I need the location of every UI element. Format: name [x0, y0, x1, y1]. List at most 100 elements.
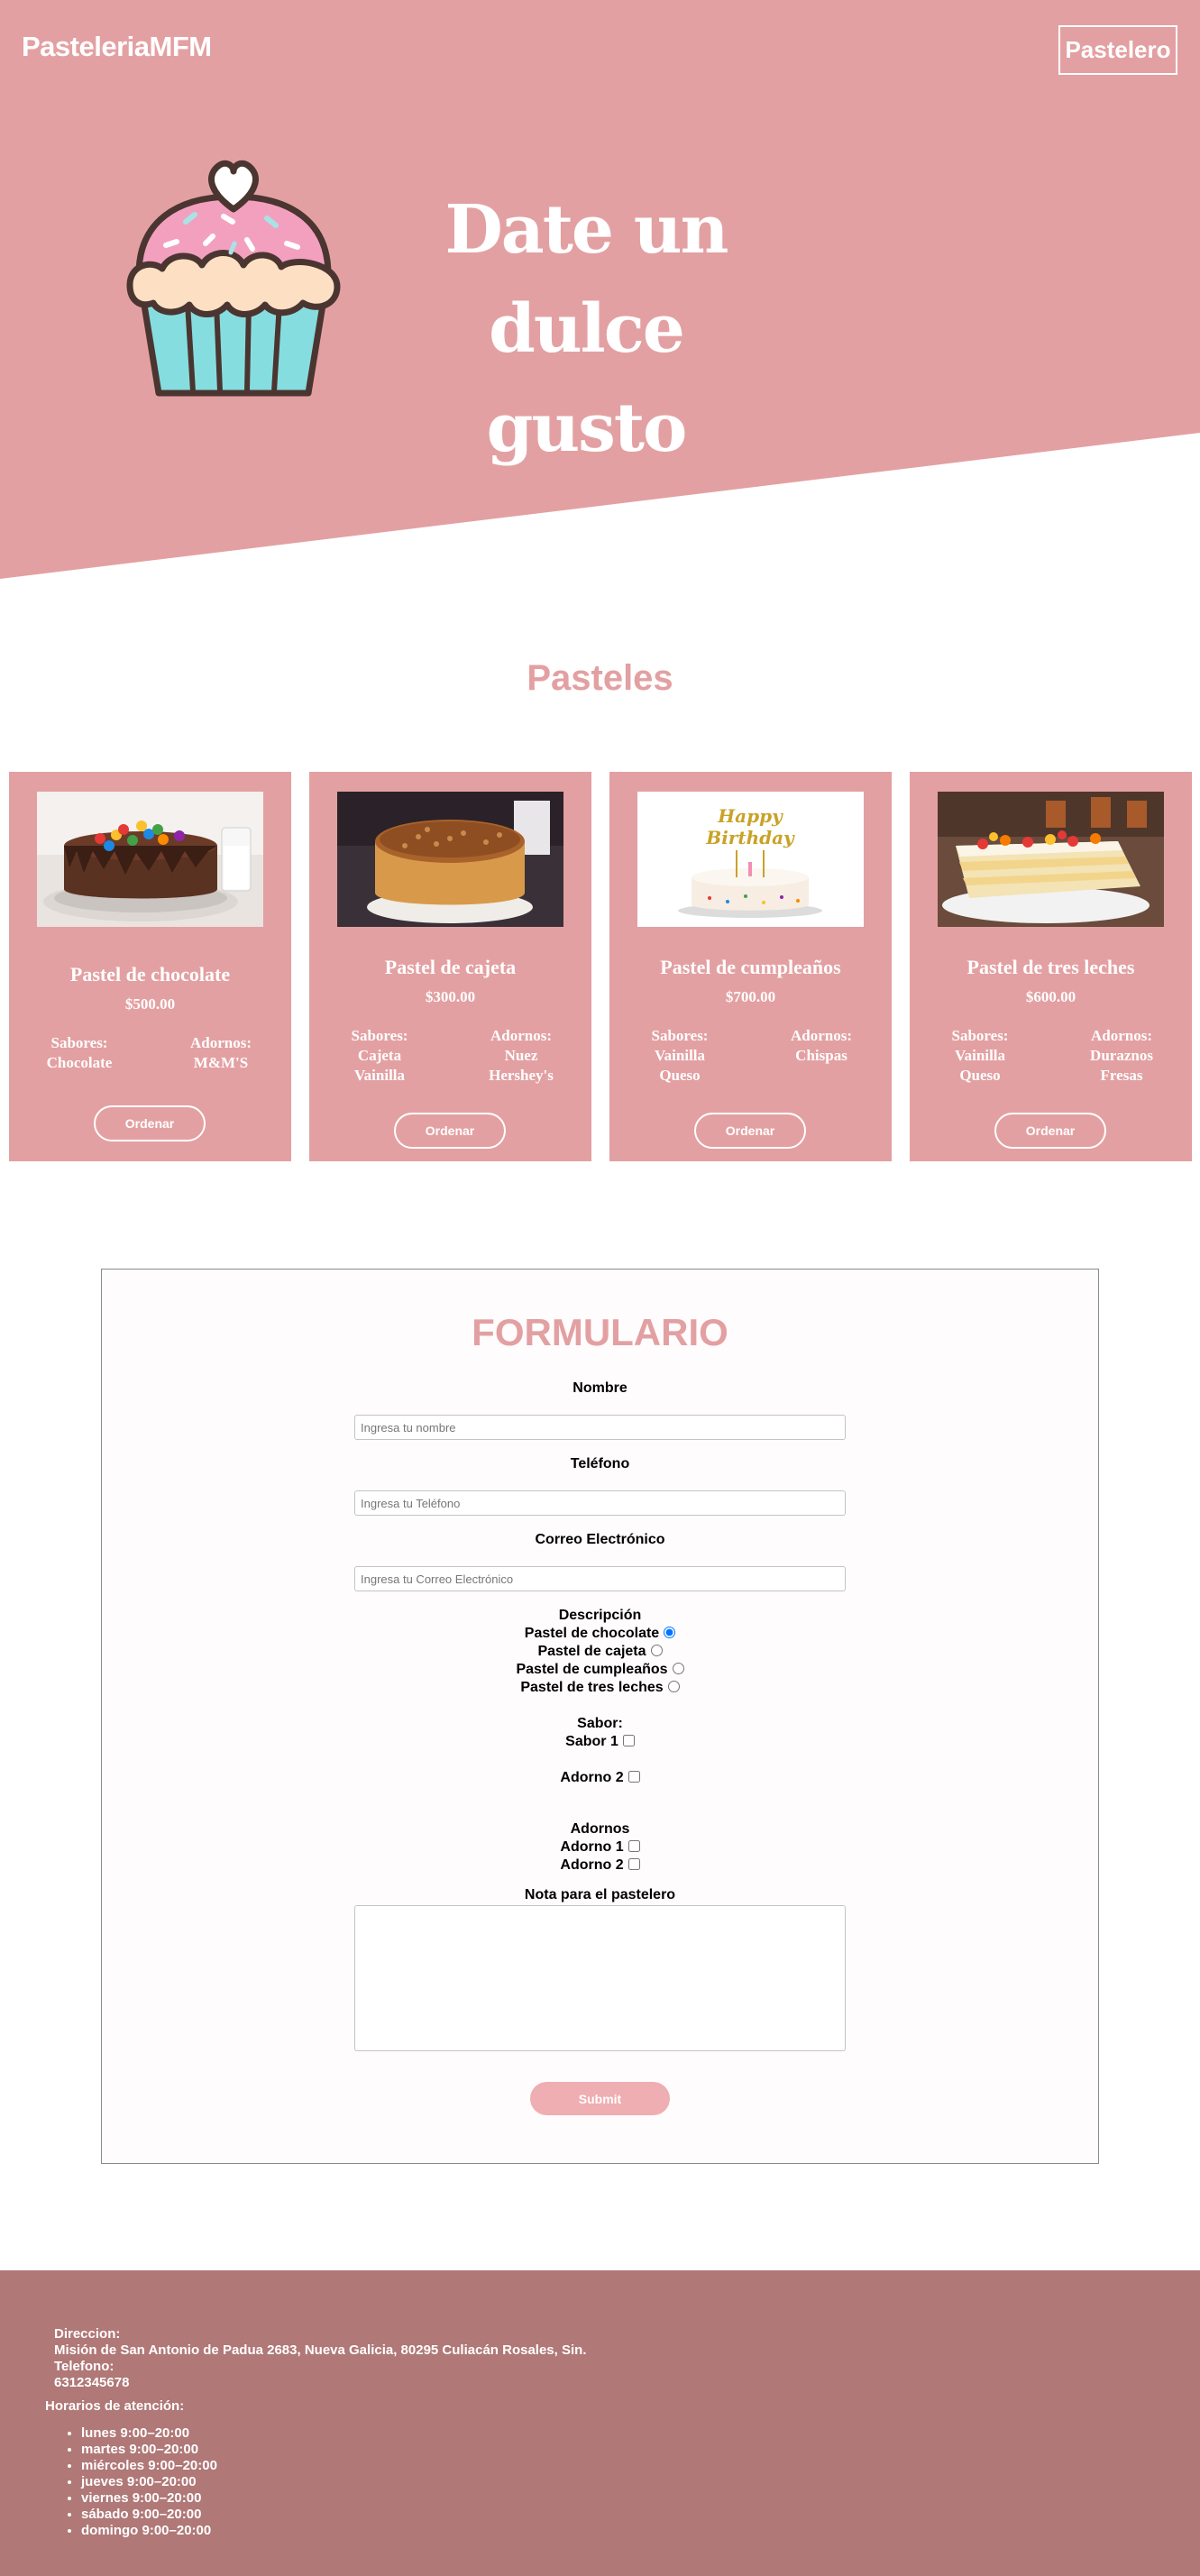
email-input[interactable]: [354, 1566, 846, 1591]
hours-item: viernes 9:00–20:00: [81, 2490, 217, 2507]
toppings-label: Adornos:: [189, 1034, 252, 1051]
cake-flavors: Sabores: Vainilla Queso: [630, 1026, 729, 1086]
order-button[interactable]: Ordenar: [694, 1113, 806, 1149]
cake-name: Pastel de tres leches: [966, 956, 1135, 978]
checkbox-sabor-1[interactable]: [622, 1735, 635, 1746]
cake-flavors: Sabores: Vainilla Queso: [930, 1026, 1030, 1086]
hours-item: miércoles 9:00–20:00: [81, 2458, 217, 2474]
cake-price: $300.00: [425, 988, 476, 1005]
topping-option[interactable]: Adorno 1: [102, 1838, 1098, 1856]
order-button[interactable]: Ordenar: [994, 1113, 1106, 1149]
topping-item: M&M'S: [193, 1054, 249, 1071]
option-label: Pastel de cumpleaños: [516, 1662, 668, 1677]
order-button[interactable]: Ordenar: [394, 1113, 506, 1149]
description-option[interactable]: Pastel de tres leches: [102, 1679, 1098, 1697]
description-option[interactable]: Pastel de cumpleaños: [102, 1661, 1098, 1679]
order-form: FORMULARIO Nombre Teléfono Correo Electr…: [101, 1269, 1099, 2164]
option-label: Sabor 1: [565, 1734, 618, 1749]
flavor-item: Queso: [659, 1067, 701, 1084]
description-option[interactable]: Pastel de cajeta: [102, 1643, 1098, 1661]
hours-item: jueves 9:00–20:00: [81, 2474, 217, 2490]
option-label: Adorno 2: [560, 1770, 624, 1785]
flavors-label: Sabores:: [951, 1027, 1009, 1044]
cupcake-icon: [126, 160, 341, 397]
address-text: Misión de San Antonio de Padua 2683, Nue…: [54, 2342, 587, 2358]
name-input[interactable]: [354, 1415, 846, 1440]
flavor-item: Cajeta: [357, 1047, 402, 1064]
phone-label: Teléfono: [570, 1456, 630, 1471]
flavors-label: Sabores:: [351, 1027, 408, 1044]
hero-line-1: Date un: [444, 191, 729, 269]
cake-toppings: Adornos: Duraznos Fresas: [1072, 1026, 1171, 1086]
hero-section: PasteleriaMFM Pastelero Date un dulce gu…: [0, 0, 1200, 582]
checkbox-adorno-1[interactable]: [627, 1840, 640, 1852]
flavor-item: Vainilla: [654, 1047, 706, 1064]
option-label: Pastel de cajeta: [537, 1644, 646, 1659]
flavor-item: Queso: [959, 1067, 1001, 1084]
flavor-item: Vainilla: [954, 1047, 1006, 1064]
flavor-option[interactable]: Sabor 1: [102, 1733, 1098, 1751]
topper-birthday-text: Birthday: [705, 827, 795, 848]
hero-headline: Date un dulce gusto: [397, 180, 775, 478]
description-option[interactable]: Pastel de chocolate: [102, 1625, 1098, 1643]
cake-name: Pastel de cajeta: [384, 956, 517, 978]
cake-name: Pastel de chocolate: [69, 963, 231, 985]
radio-tres-leches[interactable]: [667, 1681, 680, 1692]
hours-item: lunes 9:00–20:00: [81, 2425, 217, 2442]
description-label: Descripción: [558, 1608, 642, 1623]
note-textarea[interactable]: [354, 1905, 846, 2051]
hero-line-2: dulce gusto: [486, 290, 688, 467]
topping-item: Duraznos: [1090, 1047, 1153, 1064]
flavor-label: Sabor:: [577, 1716, 623, 1731]
hours-item: martes 9:00–20:00: [81, 2442, 217, 2458]
topping-item: Fresas: [1100, 1067, 1143, 1084]
order-button[interactable]: Ordenar: [94, 1105, 206, 1141]
cake-card-chocolate: Pastel de chocolate $500.00 Sabores: Cho…: [9, 772, 291, 1161]
option-label: Adorno 1: [560, 1839, 624, 1855]
submit-button[interactable]: Submit: [530, 2082, 670, 2115]
toppings-label: Adornos:: [1090, 1027, 1152, 1044]
checkbox-adorno-2[interactable]: [627, 1858, 640, 1870]
pastelero-nav-button[interactable]: Pastelero: [1058, 25, 1177, 75]
cake-toppings: Adornos: M&M'S: [171, 1033, 270, 1073]
cake-card-cumpleanos: Happy Birthday Pastel de cumpleaños $700…: [609, 772, 892, 1161]
flavors-label: Sabores:: [651, 1027, 709, 1044]
topping-option[interactable]: Adorno 2: [102, 1856, 1098, 1875]
hours-item: domingo 9:00–20:00: [81, 2523, 217, 2539]
tres-leches-cake-image: [938, 792, 1164, 927]
brand-logo[interactable]: PasteleriaMFM: [22, 31, 212, 63]
hours-item: sábado 9:00–20:00: [81, 2507, 217, 2523]
cake-price: $600.00: [1025, 988, 1076, 1005]
cake-card-cajeta: Pastel de cajeta $300.00 Sabores: Cajeta…: [309, 772, 591, 1161]
note-label: Nota para el pastelero: [524, 1887, 676, 1902]
flavor-item: Chocolate: [46, 1054, 113, 1071]
radio-cajeta[interactable]: [650, 1645, 663, 1656]
radio-cumpleanos[interactable]: [672, 1663, 684, 1674]
toppings-label: Adornos:: [790, 1027, 852, 1044]
birthday-cake-image: Happy Birthday: [637, 792, 864, 927]
toppings-label: Adornos:: [490, 1027, 552, 1044]
phone-text: 6312345678: [54, 2375, 130, 2390]
flavors-label: Sabores:: [50, 1034, 108, 1051]
cake-name: Pastel de cumpleaños: [660, 956, 841, 978]
name-label: Nombre: [573, 1380, 627, 1396]
phone-label: Telefono:: [54, 2359, 115, 2374]
footer: Direccion: Misión de San Antonio de Padu…: [0, 2270, 1200, 2576]
checkbox-adorno-2-flavor[interactable]: [627, 1771, 640, 1783]
cake-toppings: Adornos: Chispas: [772, 1026, 871, 1066]
cajeta-cake-image: [337, 792, 563, 927]
flavor-option[interactable]: Adorno 2: [102, 1769, 1098, 1787]
cake-flavors: Sabores: Chocolate: [30, 1033, 129, 1073]
hours-title: Horarios de atención:: [45, 2398, 185, 2414]
form-title: FORMULARIO: [472, 1311, 728, 1353]
option-label: Adorno 2: [560, 1857, 624, 1873]
cake-price: $500.00: [124, 995, 176, 1013]
cake-toppings: Adornos: Nuez Hershey's: [472, 1026, 571, 1086]
phone-input[interactable]: [354, 1490, 846, 1516]
radio-chocolate[interactable]: [664, 1627, 676, 1638]
topping-item: Nuez: [504, 1047, 538, 1064]
flavor-item: Vainilla: [353, 1067, 406, 1084]
section-title-pasteles: Pasteles: [527, 658, 673, 698]
cake-flavors: Sabores: Cajeta Vainilla: [330, 1026, 429, 1086]
option-label: Pastel de chocolate: [524, 1626, 660, 1641]
